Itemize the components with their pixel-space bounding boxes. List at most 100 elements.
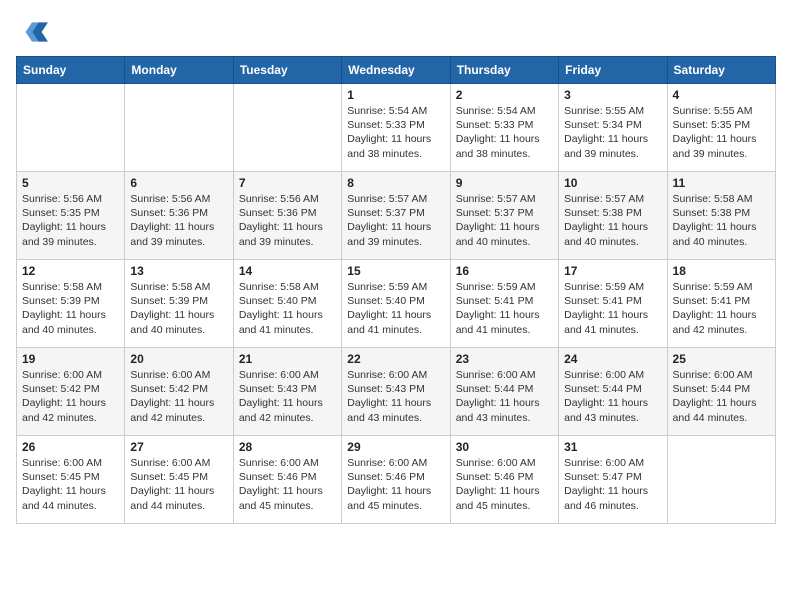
- day-number: 14: [239, 264, 336, 278]
- day-cell: 18 Sunrise: 5:59 AM Sunset: 5:41 PM Dayli…: [667, 260, 775, 348]
- day-cell: 11 Sunrise: 5:58 AM Sunset: 5:38 PM Dayli…: [667, 172, 775, 260]
- header: [16, 16, 776, 48]
- day-info: Sunrise: 5:58 AM Sunset: 5:39 PM Dayligh…: [22, 280, 119, 337]
- day-number: 24: [564, 352, 661, 366]
- day-number: 2: [456, 88, 553, 102]
- day-cell: 26 Sunrise: 6:00 AM Sunset: 5:45 PM Dayli…: [17, 436, 125, 524]
- day-info: Sunrise: 5:56 AM Sunset: 5:36 PM Dayligh…: [130, 192, 227, 249]
- day-info: Sunrise: 5:59 AM Sunset: 5:40 PM Dayligh…: [347, 280, 444, 337]
- day-cell: 13 Sunrise: 5:58 AM Sunset: 5:39 PM Dayli…: [125, 260, 233, 348]
- day-number: 6: [130, 176, 227, 190]
- days-header-row: SundayMondayTuesdayWednesdayThursdayFrid…: [17, 57, 776, 84]
- day-number: 18: [673, 264, 770, 278]
- week-row-3: 12 Sunrise: 5:58 AM Sunset: 5:39 PM Dayli…: [17, 260, 776, 348]
- day-number: 12: [22, 264, 119, 278]
- day-cell: 4 Sunrise: 5:55 AM Sunset: 5:35 PM Daylig…: [667, 84, 775, 172]
- day-number: 31: [564, 440, 661, 454]
- day-number: 13: [130, 264, 227, 278]
- logo-icon: [16, 16, 48, 48]
- day-number: 20: [130, 352, 227, 366]
- day-number: 3: [564, 88, 661, 102]
- day-number: 15: [347, 264, 444, 278]
- day-cell: 27 Sunrise: 6:00 AM Sunset: 5:45 PM Dayli…: [125, 436, 233, 524]
- calendar-table: SundayMondayTuesdayWednesdayThursdayFrid…: [16, 56, 776, 524]
- day-header-saturday: Saturday: [667, 57, 775, 84]
- day-info: Sunrise: 6:00 AM Sunset: 5:42 PM Dayligh…: [22, 368, 119, 425]
- day-number: 25: [673, 352, 770, 366]
- day-cell: 6 Sunrise: 5:56 AM Sunset: 5:36 PM Daylig…: [125, 172, 233, 260]
- day-cell: 12 Sunrise: 5:58 AM Sunset: 5:39 PM Dayli…: [17, 260, 125, 348]
- day-header-monday: Monday: [125, 57, 233, 84]
- day-number: 11: [673, 176, 770, 190]
- day-number: 19: [22, 352, 119, 366]
- day-cell: 8Sunrise: 5:57 AM Sunset: 5:37 PM Daylig…: [342, 172, 450, 260]
- day-header-tuesday: Tuesday: [233, 57, 341, 84]
- logo: [16, 16, 52, 48]
- day-number: 17: [564, 264, 661, 278]
- day-info: Sunrise: 6:00 AM Sunset: 5:42 PM Dayligh…: [130, 368, 227, 425]
- day-cell: 1 Sunrise: 5:54 AM Sunset: 5:33 PM Daylig…: [342, 84, 450, 172]
- day-info: Sunrise: 5:59 AM Sunset: 5:41 PM Dayligh…: [564, 280, 661, 337]
- day-info: Sunrise: 5:58 AM Sunset: 5:39 PM Dayligh…: [130, 280, 227, 337]
- day-cell: [233, 84, 341, 172]
- day-cell: 19 Sunrise: 6:00 AM Sunset: 5:42 PM Dayli…: [17, 348, 125, 436]
- day-cell: [125, 84, 233, 172]
- day-header-thursday: Thursday: [450, 57, 558, 84]
- day-cell: 7Sunrise: 5:56 AM Sunset: 5:36 PM Daylig…: [233, 172, 341, 260]
- week-row-5: 26 Sunrise: 6:00 AM Sunset: 5:45 PM Dayli…: [17, 436, 776, 524]
- day-info: Sunrise: 6:00 AM Sunset: 5:44 PM Dayligh…: [456, 368, 553, 425]
- day-header-wednesday: Wednesday: [342, 57, 450, 84]
- day-cell: 5 Sunrise: 5:56 AM Sunset: 5:35 PM Daylig…: [17, 172, 125, 260]
- day-cell: [17, 84, 125, 172]
- day-info: Sunrise: 5:56 AM Sunset: 5:36 PM Dayligh…: [239, 192, 336, 249]
- day-number: 16: [456, 264, 553, 278]
- day-cell: 24 Sunrise: 6:00 AM Sunset: 5:44 PM Dayli…: [559, 348, 667, 436]
- day-cell: 2 Sunrise: 5:54 AM Sunset: 5:33 PM Daylig…: [450, 84, 558, 172]
- day-info: Sunrise: 5:54 AM Sunset: 5:33 PM Dayligh…: [456, 104, 553, 161]
- day-cell: 10 Sunrise: 5:57 AM Sunset: 5:38 PM Dayli…: [559, 172, 667, 260]
- day-header-friday: Friday: [559, 57, 667, 84]
- day-number: 22: [347, 352, 444, 366]
- day-cell: 31Sunrise: 6:00 AM Sunset: 5:47 PM Dayli…: [559, 436, 667, 524]
- day-info: Sunrise: 5:55 AM Sunset: 5:35 PM Dayligh…: [673, 104, 770, 161]
- day-cell: 16Sunrise: 5:59 AM Sunset: 5:41 PM Dayli…: [450, 260, 558, 348]
- day-cell: 9Sunrise: 5:57 AM Sunset: 5:37 PM Daylig…: [450, 172, 558, 260]
- day-info: Sunrise: 6:00 AM Sunset: 5:45 PM Dayligh…: [130, 456, 227, 513]
- day-info: Sunrise: 5:57 AM Sunset: 5:38 PM Dayligh…: [564, 192, 661, 249]
- day-number: 8: [347, 176, 444, 190]
- page-container: SundayMondayTuesdayWednesdayThursdayFrid…: [16, 16, 776, 524]
- day-info: Sunrise: 5:58 AM Sunset: 5:38 PM Dayligh…: [673, 192, 770, 249]
- day-number: 1: [347, 88, 444, 102]
- day-cell: 17 Sunrise: 5:59 AM Sunset: 5:41 PM Dayli…: [559, 260, 667, 348]
- day-number: 27: [130, 440, 227, 454]
- day-info: Sunrise: 5:54 AM Sunset: 5:33 PM Dayligh…: [347, 104, 444, 161]
- day-info: Sunrise: 5:59 AM Sunset: 5:41 PM Dayligh…: [673, 280, 770, 337]
- day-number: 5: [22, 176, 119, 190]
- day-cell: 21Sunrise: 6:00 AM Sunset: 5:43 PM Dayli…: [233, 348, 341, 436]
- day-info: Sunrise: 6:00 AM Sunset: 5:43 PM Dayligh…: [239, 368, 336, 425]
- day-cell: 25 Sunrise: 6:00 AM Sunset: 5:44 PM Dayli…: [667, 348, 775, 436]
- day-cell: 28 Sunrise: 6:00 AM Sunset: 5:46 PM Dayli…: [233, 436, 341, 524]
- day-info: Sunrise: 5:56 AM Sunset: 5:35 PM Dayligh…: [22, 192, 119, 249]
- day-number: 10: [564, 176, 661, 190]
- day-cell: 23Sunrise: 6:00 AM Sunset: 5:44 PM Dayli…: [450, 348, 558, 436]
- day-number: 9: [456, 176, 553, 190]
- day-info: Sunrise: 6:00 AM Sunset: 5:44 PM Dayligh…: [564, 368, 661, 425]
- day-info: Sunrise: 5:58 AM Sunset: 5:40 PM Dayligh…: [239, 280, 336, 337]
- day-cell: 14 Sunrise: 5:58 AM Sunset: 5:40 PM Dayli…: [233, 260, 341, 348]
- day-info: Sunrise: 6:00 AM Sunset: 5:44 PM Dayligh…: [673, 368, 770, 425]
- week-row-2: 5 Sunrise: 5:56 AM Sunset: 5:35 PM Daylig…: [17, 172, 776, 260]
- week-row-4: 19 Sunrise: 6:00 AM Sunset: 5:42 PM Dayli…: [17, 348, 776, 436]
- day-info: Sunrise: 6:00 AM Sunset: 5:46 PM Dayligh…: [239, 456, 336, 513]
- day-info: Sunrise: 6:00 AM Sunset: 5:43 PM Dayligh…: [347, 368, 444, 425]
- day-cell: 20 Sunrise: 6:00 AM Sunset: 5:42 PM Dayli…: [125, 348, 233, 436]
- day-info: Sunrise: 6:00 AM Sunset: 5:45 PM Dayligh…: [22, 456, 119, 513]
- day-info: Sunrise: 6:00 AM Sunset: 5:46 PM Dayligh…: [347, 456, 444, 513]
- day-number: 26: [22, 440, 119, 454]
- day-cell: 3Sunrise: 5:55 AM Sunset: 5:34 PM Daylig…: [559, 84, 667, 172]
- day-number: 29: [347, 440, 444, 454]
- day-number: 28: [239, 440, 336, 454]
- day-info: Sunrise: 6:00 AM Sunset: 5:46 PM Dayligh…: [456, 456, 553, 513]
- day-number: 4: [673, 88, 770, 102]
- day-header-sunday: Sunday: [17, 57, 125, 84]
